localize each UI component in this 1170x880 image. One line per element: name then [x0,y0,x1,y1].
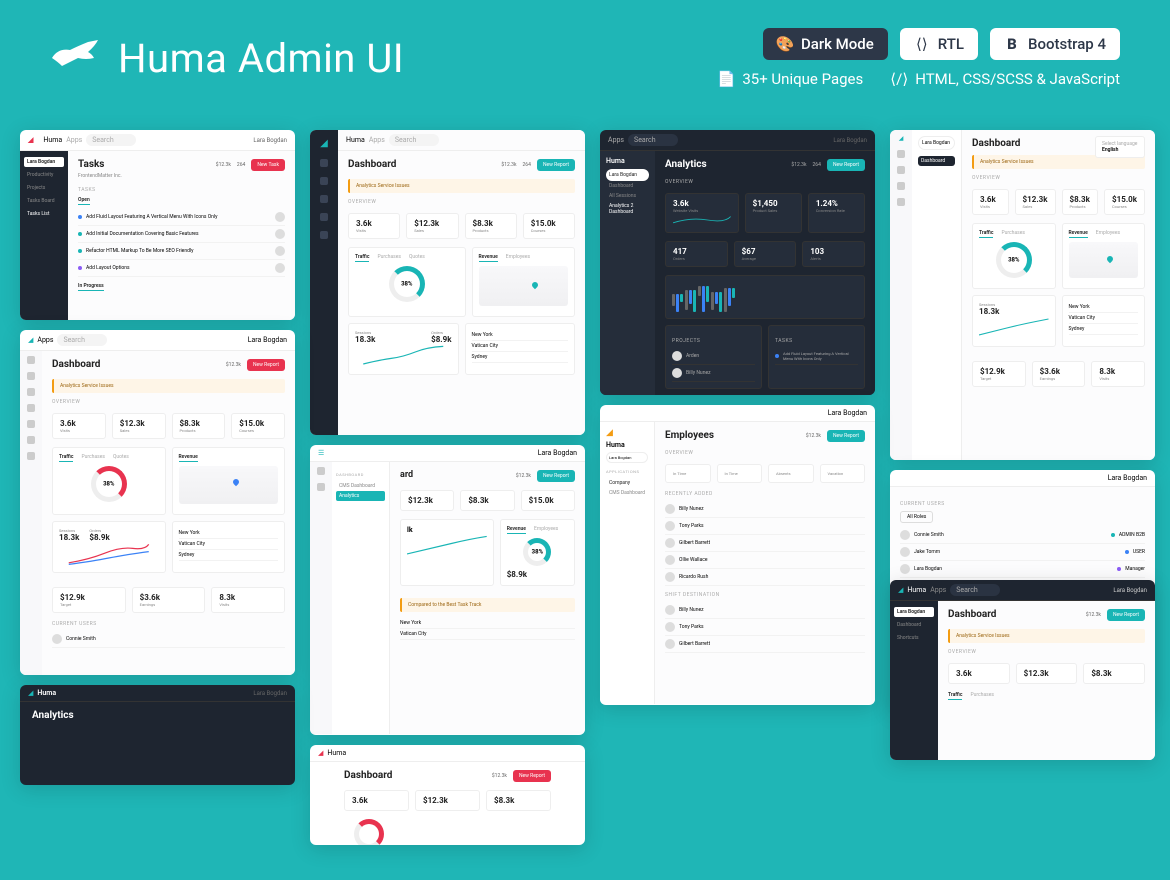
pages-count: 📄 35+ Unique Pages [718,70,863,88]
screenshot-grid: ◢ Huma Apps Search Lara Bogdan Lara Bogd… [20,130,1150,880]
alert: Analytics Service Issues [348,179,575,193]
screenshot-analytics-dark: AppsSearchLara Bogdan Huma Lara Bogdan D… [600,130,875,395]
logo-icon: ◢ [28,136,33,144]
screenshot-tasks: ◢ Huma Apps Search Lara Bogdan Lara Bogd… [20,130,295,320]
screenshot-dashboard-drawer: ☰Lara Bogdan DASHBOARD CMS Dashboard Ana… [310,445,585,735]
task-row: Add Fluid Layout Featuring A Vertical Me… [78,209,285,226]
screenshot-dashboard-lang: ◢ Lara Bogdan Dashboard Select language … [890,130,1155,460]
new-task-button[interactable]: New Task [251,159,285,171]
product-title: Huma Admin UI [118,35,404,82]
screenshot-dashboard-dark-bottom: ◢HumaAppsSearchLara Bogdan Lara BogdanDa… [890,580,1155,760]
page-title: Analytics [665,159,707,170]
donut-chart: 38% [389,266,425,302]
logo-icon: ◢ [320,138,328,149]
sidebar-user: Lara Bogdan [24,157,64,167]
screenshot-employees: Lara Bogdan ◢ Huma Lara Bogdan APPLICATI… [600,405,875,705]
icon-sidebar: ◢ [890,130,912,460]
page-title: Tasks [78,159,122,170]
pages-icon: 📄 [718,71,734,87]
bar-chart [672,282,858,312]
bootstrap-badge: B Bootstrap 4 [990,28,1120,60]
bootstrap-icon: B [1004,36,1020,52]
task-row: Add Initial Documentation Covering Basic… [78,226,285,243]
code-icon: ⟨/⟩ [891,71,907,87]
screenshot-dashboard-darkside: ◢ HumaAppsSearch Dashboard $12.3k264New … [310,130,585,435]
task-row: Add Layout Options [78,260,285,277]
screenshot-analytics-bottom: ◢HumaLara Bogdan Analytics [20,685,295,785]
task-row: Refactor HTML Markup To Be More SEO Frie… [78,243,285,260]
map [479,266,569,306]
line-chart [355,344,452,368]
sidebar-item: Projects [24,183,64,193]
tech-stack: ⟨/⟩ HTML, CSS/SCSS & JavaScript [891,70,1120,88]
sidebar-item: Tasks Board [24,196,64,206]
rtl-badge: ⟨⟩ RTL [900,28,978,60]
huma-bird-icon [50,38,100,78]
screenshot-dashboard-bottom: ◢Huma Dashboard$12.3kNew Report 3.6k $12… [310,745,585,845]
sidebar-item-active: Tasks List [24,209,64,219]
sidebar: Lara Bogdan Productivity Projects Tasks … [20,151,68,320]
rtl-icon: ⟨⟩ [914,36,930,52]
paint-icon: 🎨 [777,36,793,52]
page-title: Dashboard [348,159,396,170]
new-report-button[interactable]: New Report [537,159,575,171]
screenshot-dashboard-icons: ◢AppsSearchLara Bogdan Dashboard$12.3kNe… [20,330,295,675]
dark-mode-badge: 🎨 Dark Mode [763,28,888,60]
sidebar-item: Productivity [24,170,64,180]
